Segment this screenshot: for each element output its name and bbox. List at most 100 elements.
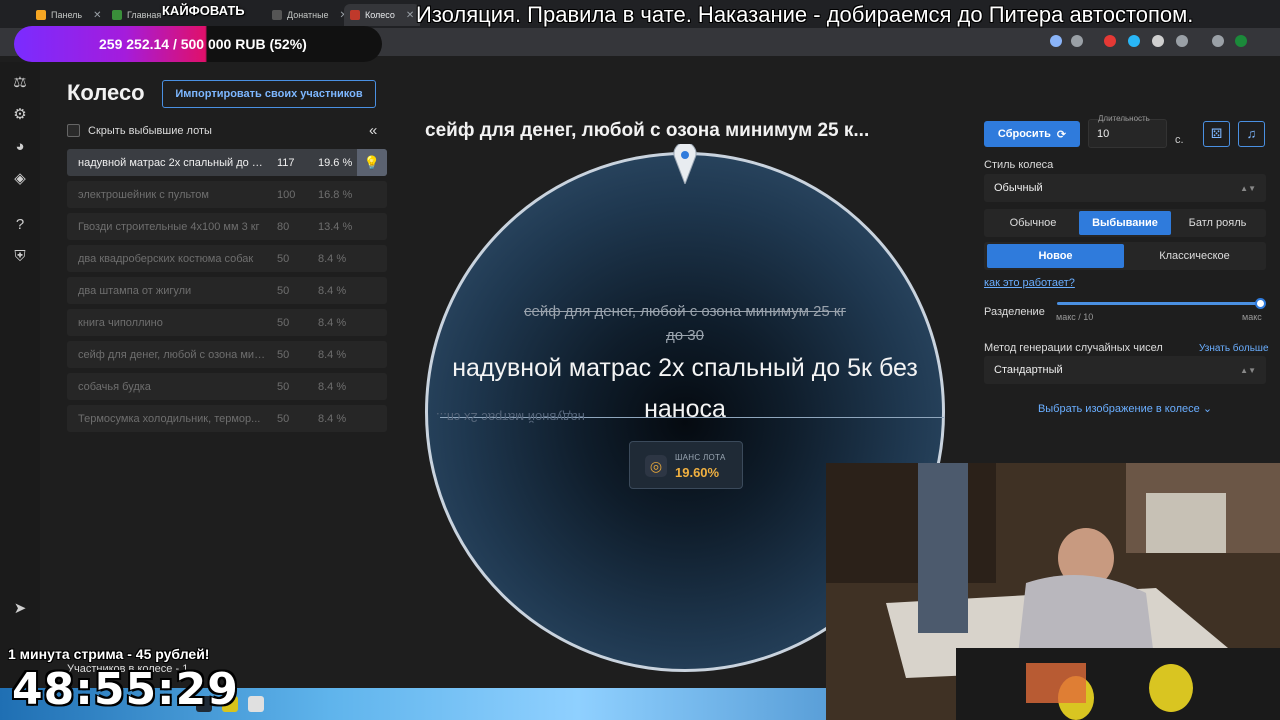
lot-row[interactable]: Гвозди строительные 4х100 мм 3 кг 80 13.…	[67, 213, 387, 240]
stream-ticker: Изоляция. Правила в чате. Наказание - до…	[416, 2, 1194, 27]
lot-amount: 100	[277, 188, 296, 201]
help-icon[interactable]: ?	[11, 216, 29, 234]
lot-row[interactable]: сейф для денег, любой с озона минимум 25…	[67, 341, 387, 368]
lot-row[interactable]: книга чиполлино 50 8.4 %	[67, 309, 387, 336]
lot-row[interactable]: собачья будка 50 8.4 %	[67, 373, 387, 400]
variant-segmented-control: Новое Классическое	[984, 242, 1266, 270]
rng-method-label: Метод генерации случайных чисел	[984, 342, 1163, 354]
extension-icon[interactable]	[1152, 35, 1164, 47]
shield-icon[interactable]: ⛨	[11, 248, 29, 266]
donation-goal-bar: 259 252.14 / 500 000 RUB (52%)	[14, 26, 382, 62]
lot-amount: 50	[277, 348, 290, 361]
browser-tab[interactable]: Панель ✕	[30, 4, 107, 26]
extension-icon[interactable]	[1128, 35, 1140, 47]
seconds-unit: с.	[1175, 134, 1184, 146]
lot-name: надувной матрас 2х спальный до 5к без на…	[78, 156, 268, 169]
wheel-style-label: Стиль колеса	[984, 159, 1054, 171]
pick-wheel-image-button[interactable]: Выбрать изображение в колесе ⌄	[984, 402, 1266, 415]
wheel-segment-label: надувной матрас 2х сп...	[436, 410, 585, 425]
telegram-icon[interactable]: ➤	[11, 600, 29, 618]
wheel-icon[interactable]: ◕	[11, 138, 29, 156]
chevron-updown-icon: ▲▼	[1240, 365, 1256, 375]
page-title: Колесо	[67, 80, 145, 105]
profile-avatar[interactable]	[1235, 35, 1247, 47]
browser-tab[interactable]: Донатные ✕	[266, 4, 354, 26]
lot-percent: 8.4 %	[318, 252, 347, 265]
lot-name: два квадроберских костюма собак	[78, 252, 254, 265]
target-icon: ◎	[645, 455, 667, 477]
lot-percent: 19.6 %	[318, 156, 353, 169]
tab-label: Главная	[127, 10, 162, 20]
hide-eliminated-toggle[interactable]: Скрыть выбывшие лоты	[67, 124, 212, 137]
lot-name: Гвозди строительные 4х100 мм 3 кг	[78, 220, 260, 233]
tab-favicon-icon	[272, 10, 282, 20]
lot-row[interactable]: два квадроберских костюма собак 50 8.4 %	[67, 245, 387, 272]
wheel-current-title: сейф для денег, любой с озона минимум 25…	[425, 120, 870, 141]
mode-segmented-control: Обычное Выбывание Батл рояль	[984, 209, 1266, 237]
split-slider-track[interactable]	[1057, 302, 1262, 305]
refresh-icon: ⟳	[1056, 128, 1067, 141]
lot-row[interactable]: Термосумка холодильник, термор... 50 8.4…	[67, 405, 387, 432]
taskbar-app-icon[interactable]	[248, 696, 264, 712]
lot-name: книга чиполлино	[78, 316, 163, 329]
hide-eliminated-label: Скрыть выбывшие лоты	[88, 124, 212, 137]
close-tab-icon[interactable]: ✕	[93, 10, 101, 21]
extension-icon[interactable]	[1104, 35, 1116, 47]
browser-tab-active[interactable]: Колесо ✕	[344, 4, 421, 26]
media-icon[interactable]	[1212, 35, 1224, 47]
lot-amount: 50	[277, 412, 290, 425]
rng-method-value: Стандартный	[994, 364, 1063, 376]
star-icon[interactable]	[1071, 35, 1083, 47]
chevron-updown-icon: ▲▼	[1240, 183, 1256, 193]
lot-row[interactable]: электрошейник с пультом 100 16.8 %	[67, 181, 387, 208]
lot-amount: 50	[277, 284, 290, 297]
lot-row[interactable]: два штампа от жигули 50 8.4 %	[67, 277, 387, 304]
variant-option-new[interactable]: Новое	[987, 244, 1124, 268]
translate-icon[interactable]	[1050, 35, 1062, 47]
import-participants-button[interactable]: Импортировать своих участников	[162, 80, 376, 108]
highlight-bulb-icon[interactable]: 💡	[357, 149, 387, 176]
lot-name: электрошейник с пультом	[78, 188, 209, 201]
duration-label: Длительность	[1098, 114, 1150, 123]
wheel-eliminated-text: сейф для денег, любой с озона минимум 25…	[524, 303, 846, 344]
gavel-icon[interactable]: ⚖	[11, 74, 29, 92]
puzzle-icon[interactable]	[1176, 35, 1188, 47]
layers-icon[interactable]: ◈	[11, 170, 29, 188]
split-min-label: макс / 10	[1056, 312, 1094, 322]
lot-amount: 117	[277, 156, 295, 169]
random-dice-button[interactable]: ⚄	[1203, 121, 1230, 147]
collapse-panel-icon[interactable]: «	[369, 122, 377, 139]
split-slider-handle[interactable]	[1255, 298, 1266, 309]
mode-option-normal[interactable]: Обычное	[986, 211, 1080, 235]
lot-row[interactable]: надувной матрас 2х спальный до 5к без на…	[67, 149, 387, 176]
reset-button[interactable]: Сбросить ⟳	[984, 121, 1080, 147]
lot-percent: 8.4 %	[318, 380, 347, 393]
tab-favicon-icon	[36, 10, 46, 20]
pick-wheel-image-label: Выбрать изображение в колесе	[1037, 403, 1200, 415]
variant-option-classic[interactable]: Классическое	[1126, 244, 1263, 268]
lot-amount: 80	[277, 220, 290, 233]
mode-option-elimination[interactable]: Выбывание	[1079, 211, 1171, 235]
browser-tab[interactable]: Главная	[106, 4, 167, 26]
lot-name: два штампа от жигули	[78, 284, 192, 297]
lot-percent: 8.4 %	[318, 412, 347, 425]
lot-name: Термосумка холодильник, термор...	[78, 412, 261, 425]
gear-icon[interactable]: ⚙	[11, 106, 29, 124]
lot-name: собачья будка	[78, 380, 151, 393]
lot-amount: 50	[277, 252, 290, 265]
lot-percent: 8.4 %	[318, 316, 347, 329]
music-button[interactable]: ♫	[1238, 121, 1265, 147]
chance-label: ШАНС ЛОТА	[675, 453, 726, 462]
rng-method-select[interactable]: Стандартный ▲▼	[984, 356, 1266, 384]
mode-option-battle-royale[interactable]: Батл рояль	[1171, 211, 1264, 235]
duration-value: 10	[1097, 128, 1110, 140]
chance-value: 19.60%	[675, 465, 720, 480]
hide-eliminated-checkbox[interactable]	[67, 124, 80, 137]
how-it-works-link[interactable]: как это работает?	[984, 277, 1075, 289]
tab-label: Панель	[51, 10, 83, 20]
lot-amount: 50	[277, 380, 290, 393]
learn-more-link[interactable]: Узнать больше	[1199, 343, 1269, 354]
wheel-style-select[interactable]: Обычный ▲▼	[984, 174, 1266, 202]
tab-favicon-icon	[350, 10, 360, 20]
close-tab-icon[interactable]: ✕	[406, 10, 414, 21]
